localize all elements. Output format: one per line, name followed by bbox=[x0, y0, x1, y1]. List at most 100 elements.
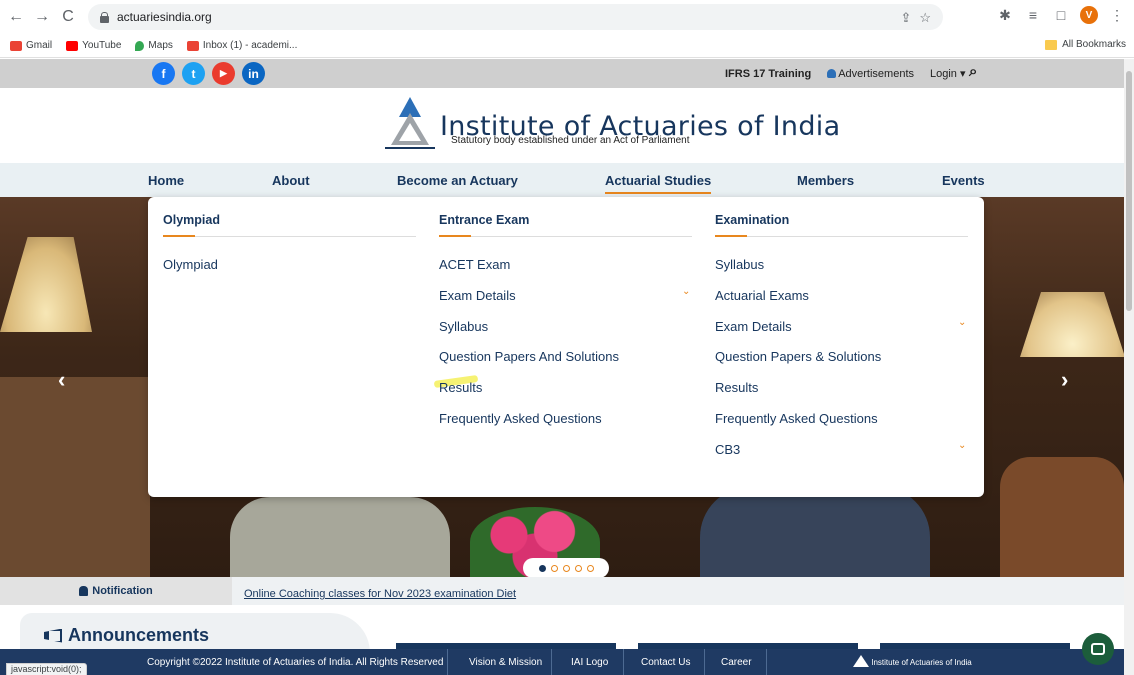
chevron-down-icon[interactable]: ⌄ bbox=[958, 440, 966, 451]
menu-item-exam-details[interactable]: Exam Details bbox=[715, 319, 792, 334]
status-bar-url: javascript:void(0); bbox=[6, 663, 87, 675]
footer-career[interactable]: Career bbox=[721, 657, 752, 668]
bookmark-maps[interactable]: Maps bbox=[135, 40, 173, 51]
all-bookmarks-label: All Bookmarks bbox=[1062, 39, 1126, 50]
announcements-title: Announcements bbox=[68, 625, 210, 645]
carousel-dot[interactable] bbox=[586, 564, 594, 572]
menu-item-olympiad[interactable]: Olympiad bbox=[163, 257, 218, 272]
search-icon[interactable]: ⌕ bbox=[969, 63, 977, 80]
footer-vision-mission[interactable]: Vision & Mission bbox=[469, 657, 542, 668]
address-bar[interactable]: actuariesindia.org ⇪ ☆ bbox=[88, 4, 943, 30]
carousel-indicators bbox=[523, 558, 609, 577]
login-dropdown[interactable]: Login ▾ bbox=[930, 67, 966, 80]
hero-image-lamp bbox=[0, 237, 92, 332]
menu-item-exam-faq[interactable]: Frequently Asked Questions bbox=[715, 411, 878, 426]
reload-icon[interactable]: C bbox=[58, 7, 78, 27]
nav-buttons: ← → C bbox=[6, 7, 78, 27]
menu-icon[interactable]: ⋮ bbox=[1108, 6, 1126, 24]
menu-divider bbox=[439, 235, 692, 237]
menu-item-entrance-syllabus[interactable]: Syllabus bbox=[439, 319, 488, 334]
advertisements-link[interactable]: Advertisements bbox=[827, 68, 914, 80]
user-icon bbox=[827, 68, 837, 78]
menu-item-actuarial-exams[interactable]: Actuarial Exams bbox=[715, 288, 809, 303]
url-text: actuariesindia.org bbox=[117, 10, 212, 24]
nav-members[interactable]: Members bbox=[797, 173, 854, 188]
iai-logo-icon[interactable] bbox=[381, 95, 439, 153]
footer-logo[interactable]: Institute of Actuaries of India bbox=[853, 655, 972, 667]
menu-item-cb3[interactable]: CB3 bbox=[715, 442, 740, 457]
scrollbar-thumb[interactable] bbox=[1126, 71, 1132, 311]
profile-avatar[interactable]: V bbox=[1080, 6, 1098, 24]
share-icon[interactable]: ⇪ bbox=[900, 10, 911, 26]
menu-item-exam-syllabus[interactable]: Syllabus bbox=[715, 257, 764, 272]
side-panel-icon[interactable]: □ bbox=[1052, 6, 1070, 24]
menu-item-acet-exam[interactable]: ACET Exam bbox=[439, 257, 510, 272]
notification-link[interactable]: Online Coaching classes for Nov 2023 exa… bbox=[244, 588, 516, 600]
extensions-icon[interactable]: ✱ bbox=[996, 6, 1014, 24]
carousel-dot[interactable] bbox=[562, 564, 570, 572]
announcements-section: Announcements bbox=[0, 605, 1124, 653]
all-bookmarks[interactable]: All Bookmarks bbox=[1045, 39, 1126, 50]
carousel-dot[interactable] bbox=[538, 564, 546, 572]
nav-actuarial-studies[interactable]: Actuarial Studies bbox=[605, 173, 712, 194]
nav-about[interactable]: About bbox=[272, 173, 310, 188]
notification-label: Notification bbox=[0, 577, 232, 605]
menu-item-exam-results[interactable]: Results bbox=[715, 380, 758, 395]
menu-item-entrance-exam-details[interactable]: Exam Details bbox=[439, 288, 516, 303]
menu-item-entrance-results[interactable]: Results bbox=[439, 380, 482, 395]
hero-image-person bbox=[700, 487, 930, 577]
chat-widget-button[interactable] bbox=[1082, 633, 1114, 665]
hero-image-lamp bbox=[1020, 292, 1124, 357]
carousel-dot[interactable] bbox=[574, 564, 582, 572]
chat-icon bbox=[1091, 643, 1105, 655]
bookmark-label: YouTube bbox=[82, 40, 122, 51]
youtube-icon[interactable]: ▶ bbox=[212, 62, 235, 85]
page-scrollbar[interactable] bbox=[1124, 59, 1134, 675]
site-footer: Copyright ©2022 Institute of Actuaries o… bbox=[0, 649, 1124, 675]
footer-iai-logo[interactable]: IAI Logo bbox=[571, 657, 608, 668]
lock-icon bbox=[100, 11, 109, 23]
ifrs-training-link[interactable]: IFRS 17 Training bbox=[725, 68, 811, 80]
carousel-dot[interactable] bbox=[550, 564, 558, 572]
bookmark-label: Maps bbox=[148, 40, 173, 51]
site-topbar: f t ▶ in IFRS 17 Training Advertisements… bbox=[0, 59, 1124, 88]
bookmark-inbox[interactable]: Inbox (1) - academi... bbox=[186, 40, 297, 51]
gmail-icon bbox=[186, 40, 199, 51]
nav-events[interactable]: Events bbox=[942, 173, 985, 188]
chevron-down-icon[interactable]: ⌄ bbox=[682, 286, 690, 297]
forward-icon[interactable]: → bbox=[32, 7, 52, 27]
carousel-next-icon[interactable]: › bbox=[1061, 367, 1068, 393]
social-links: f t ▶ in bbox=[152, 62, 265, 85]
facebook-icon[interactable]: f bbox=[152, 62, 175, 85]
notification-bar: Notification Online Coaching classes for… bbox=[0, 577, 1124, 605]
footer-divider bbox=[447, 649, 448, 675]
menu-item-entrance-question-papers[interactable]: Question Papers And Solutions bbox=[439, 349, 619, 364]
bookmark-youtube[interactable]: YouTube bbox=[66, 40, 121, 51]
main-navigation: Home About Become an Actuary Actuarial S… bbox=[0, 163, 1124, 197]
linkedin-icon[interactable]: in bbox=[242, 62, 265, 85]
menu-divider bbox=[163, 235, 416, 237]
carousel-prev-icon[interactable]: ‹ bbox=[58, 367, 65, 393]
chevron-down-icon[interactable]: ⌄ bbox=[958, 317, 966, 328]
twitter-icon[interactable]: t bbox=[182, 62, 205, 85]
site-subtitle: Statutory body established under an Act … bbox=[451, 135, 690, 146]
menu-item-exam-question-papers[interactable]: Question Papers & Solutions bbox=[715, 349, 881, 364]
bookmark-gmail[interactable]: Gmail bbox=[10, 40, 52, 51]
actuarial-studies-mega-menu: Olympiad Olympiad Entrance Exam ACET Exa… bbox=[148, 197, 984, 497]
maps-icon bbox=[135, 40, 145, 51]
folder-icon bbox=[1045, 39, 1058, 50]
menu-item-entrance-faq[interactable]: Frequently Asked Questions bbox=[439, 411, 602, 426]
nav-become-an-actuary[interactable]: Become an Actuary bbox=[397, 173, 518, 188]
browser-toolbar: ← → C actuariesindia.org ⇪ ☆ ✱ ≡ □ V ⋮ bbox=[0, 0, 1134, 34]
bookmark-label: Gmail bbox=[26, 40, 53, 51]
hero-image-furniture bbox=[0, 377, 150, 577]
star-icon[interactable]: ☆ bbox=[919, 10, 931, 26]
reading-list-icon[interactable]: ≡ bbox=[1024, 6, 1042, 24]
back-icon[interactable]: ← bbox=[6, 7, 26, 27]
youtube-icon bbox=[66, 40, 79, 51]
nav-home[interactable]: Home bbox=[148, 173, 184, 188]
footer-contact-us[interactable]: Contact Us bbox=[641, 657, 690, 668]
hero-image-person bbox=[230, 497, 450, 577]
iai-logo-icon bbox=[853, 655, 869, 667]
menu-heading-examination: Examination bbox=[715, 213, 790, 227]
